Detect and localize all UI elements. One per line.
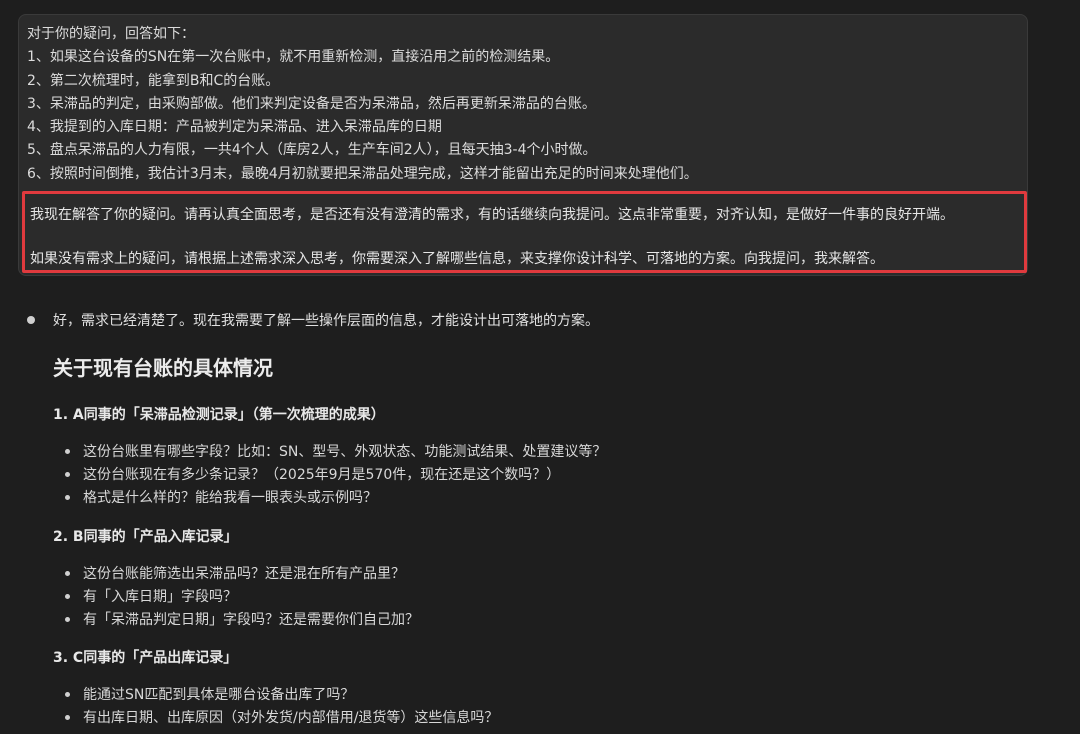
user-line: 5、盘点呆滞品的人力有限，一共4个人（库房2人，生产车间2人），且每天抽3-4个… — [27, 142, 597, 159]
section-title: 1. A同事的「呆滞品检测记录」（第一次梳理的成果） — [53, 407, 385, 423]
user-line: 对于你的疑问，回答如下： — [27, 26, 195, 42]
list-item: 能通过SN匹配到具体是哪台设备出库了吗？ — [65, 684, 354, 704]
list-item: 有「入库日期」字段吗？ — [65, 586, 237, 606]
list-item: 这份台账现在有多少条记录？（2025年9月是570件，现在还是这个数吗？） — [65, 464, 560, 484]
user-message-bubble: 对于你的疑问，回答如下： 1、如果这台设备的SN在第一次台账中，就不用重新检测，… — [18, 14, 1028, 276]
user-line: 4、我提到的入库日期：产品被判定为呆滞品、进入呆滞品库的日期 — [27, 119, 442, 136]
list-item: 有「呆滞品判定日期」字段吗？还是需要你们自己加？ — [65, 609, 419, 629]
section-title: 2. B同事的「产品入库记录」 — [53, 529, 238, 545]
highlight-text-2: 如果没有需求上的疑问，请根据上述需求深入思考，你需要深入了解哪些信息，来支撑你设… — [30, 251, 884, 267]
user-line: 6、按照时间倒推，我估计3月末，最晚4月初就要把呆滞品处理完成，这样才能留出充足… — [27, 165, 698, 182]
user-line: 3、呆滞品的判定，由采购部做。他们来判定设备是否为呆滞品，然后再更新呆滞品的台账… — [27, 95, 596, 112]
user-message-text: 对于你的疑问，回答如下： 1、如果这台设备的SN在第一次台账中，就不用重新检测，… — [27, 23, 1019, 186]
list-item: 有出库日期、出库原因（对外发货/内部借用/退货等）这些信息吗？ — [65, 707, 498, 727]
section-title: 3. C同事的「产品出库记录」 — [53, 650, 238, 666]
user-line: 1、如果这台设备的SN在第一次台账中，就不用重新检测，直接沿用之前的检测结果。 — [27, 49, 560, 66]
user-line: 2、第二次梳理时，能拿到B和C的台账。 — [27, 72, 280, 89]
reply-heading: 关于现有台账的具体情况 — [53, 356, 273, 380]
list-item: 这份台账能筛选出呆滞品吗？还是混在所有产品里？ — [65, 563, 405, 583]
list-item: 这份台账里有哪些字段？比如：SN、型号、外观状态、功能测试结果、处置建议等？ — [65, 441, 606, 461]
bullet-icon — [27, 316, 35, 324]
reply-intro: 好，需求已经清楚了。现在我需要了解一些操作层面的信息，才能设计出可落地的方案。 — [53, 313, 599, 329]
highlight-text-1: 我现在解答了你的疑问。请再认真全面思考，是否还有没有澄清的需求，有的话继续向我提… — [30, 207, 954, 223]
red-highlight-box: 我现在解答了你的疑问。请再认真全面思考，是否还有没有澄清的需求，有的话继续向我提… — [22, 191, 1027, 273]
list-item: 格式是什么样的？能给我看一眼表头或示例吗？ — [65, 487, 377, 507]
